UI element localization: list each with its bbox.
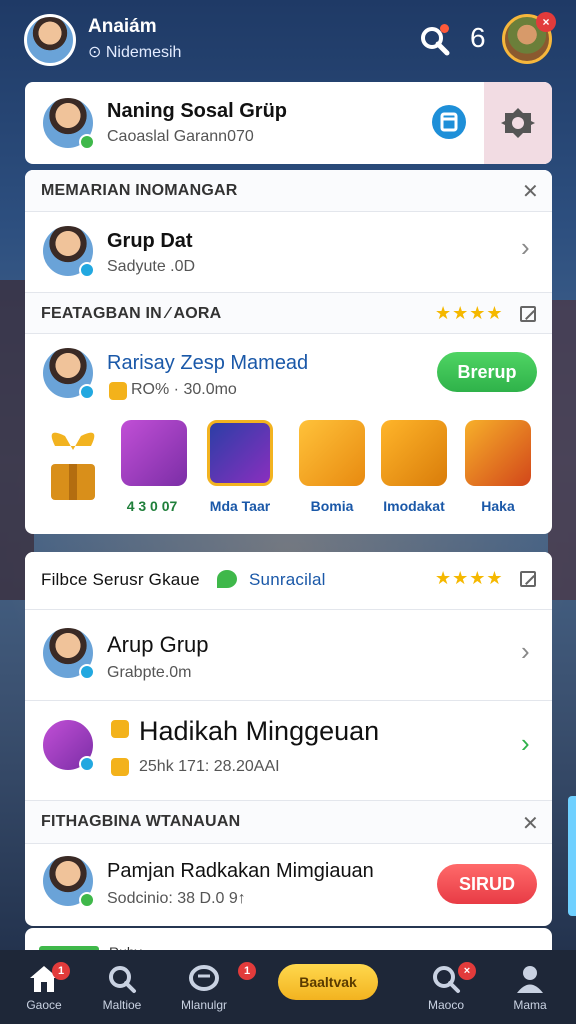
top-bar: Anaiám ⊙ Nidemesih 6 × [0,0,576,80]
verified-badge [79,262,95,278]
row-subtitle: Sodcinio: 38 D.0 9↑ [107,890,246,907]
row-title: Rarisay Zesp Mamead [107,352,309,374]
scroll-icon [381,420,447,486]
item-label: Imodakat [383,498,445,514]
chat-icon [217,570,237,588]
item-label: Haka [481,498,515,514]
bag-icon [121,420,187,486]
verified-badge [79,384,95,400]
online-badge [79,892,95,908]
nav-explore[interactable]: Maoco [406,950,486,1024]
close-icon[interactable]: ✕ [522,179,539,204]
card-icon [207,420,273,486]
section-link[interactable]: Sunracilal [249,570,326,590]
chevron-right-icon: › [521,232,530,262]
edit-icon[interactable] [520,306,536,322]
nav-badge-x: × [458,962,476,980]
row-title: Pamjan Radkakan Mimgiauan [107,860,374,882]
edit-icon[interactable] [520,571,536,587]
coin-icon [109,382,127,400]
nav-label: Maltioe [102,998,142,1012]
verified-badge [79,664,95,680]
rating-stars: ★★★★ [435,303,504,323]
settings-button[interactable] [484,82,552,164]
chevron-right-icon: › [521,728,530,758]
verified-badge [79,756,95,772]
search-notification-dot [440,24,449,33]
close-icon[interactable]: ✕ [522,811,539,836]
gift-icon [51,432,95,500]
background-building-right [548,300,576,600]
trophy-icon [111,758,129,776]
online-badge [79,134,95,150]
action-button[interactable]: SIRUD [437,864,537,904]
item-label: Mda Taar [209,498,271,514]
nav-profile[interactable]: Mama [490,950,570,1024]
nav-label: Mlanulgr [180,998,228,1012]
item-label: Bomia [310,498,354,514]
nav-badge: 1 [52,962,70,980]
section-title: FEATAGBAN IN ⁄ AORA [41,305,222,322]
gift-chip-icon [111,720,129,738]
group-title: Naning Sosal Grüp [107,100,288,122]
section-title: MEMARIAN INOMANGAR [41,182,238,199]
row-subtitle: Sadyute .0D [107,258,196,275]
row-title: Grup Dat [107,230,193,252]
user-icon [517,966,543,993]
nav-action-pill[interactable]: Baaltvak [278,964,378,1000]
divider [25,700,552,701]
nav-chat[interactable]: Mlanulgr [164,950,244,1024]
nav-label: Mama [513,998,547,1012]
nav-home[interactable]: Gaoce [4,950,84,1024]
section-header: Filbce Serusr Gkaue Sunracilal ★★★★ [25,552,552,610]
profile-name: Anaiám [88,16,157,37]
section-header: FITHAGBINA WTANAUAN ✕ [25,800,552,844]
row-subtitle: Grabpte.0m [107,664,192,681]
chest-icon [465,420,531,486]
side-tab[interactable] [568,796,576,916]
join-button[interactable]: Brerup [437,352,537,392]
share-icon[interactable] [431,104,467,140]
nav-label: Maoco [427,998,465,1012]
search-icon [109,966,136,993]
section-header: MEMARIAN INOMANGAR ✕ [25,170,552,212]
row-title: Hadikah Minggeuan [139,716,380,746]
nav-badge: 1 [238,962,256,980]
section-title: FITHAGBINA WTANAUAN [41,813,241,830]
activity-card: MEMARIAN INOMANGAR ✕ Grup Dat Sadyute .0… [25,170,552,534]
profile-avatar[interactable] [24,14,76,66]
row-subtitle: 25hk 171: 28.20AAI [139,758,280,775]
nav-search[interactable]: Maltioe [82,950,162,1024]
chevron-right-icon: › [521,636,530,666]
group-card[interactable]: Naning Sosal Grüp Caoaslal Garann070 [25,82,552,164]
rating-stars: ★★★★ [435,568,504,588]
friend-avatar-badge: × [536,12,556,32]
chat-icon [189,965,219,991]
group-subtitle: Caoaslal Garann070 [107,128,254,145]
section-header-featured: FEATAGBAN IN ⁄ AORA ★★★★ [25,292,552,334]
nav-label: Gaoce [26,998,62,1012]
row-title: Arup Grup [107,632,209,657]
profile-status: ⊙ Nidemesih [88,44,182,61]
section-title: Filbce Serusr Gkaue [41,570,200,589]
group-list-card: Filbce Serusr Gkaue Sunracilal ★★★★ Arup… [25,552,552,926]
item-label: 4 3 0 07 [126,498,178,514]
robot-icon [299,420,365,486]
notification-count: 6 [470,22,486,53]
row-subtitle: RO% · 30.0mo [131,381,237,398]
gear-icon [501,108,535,138]
